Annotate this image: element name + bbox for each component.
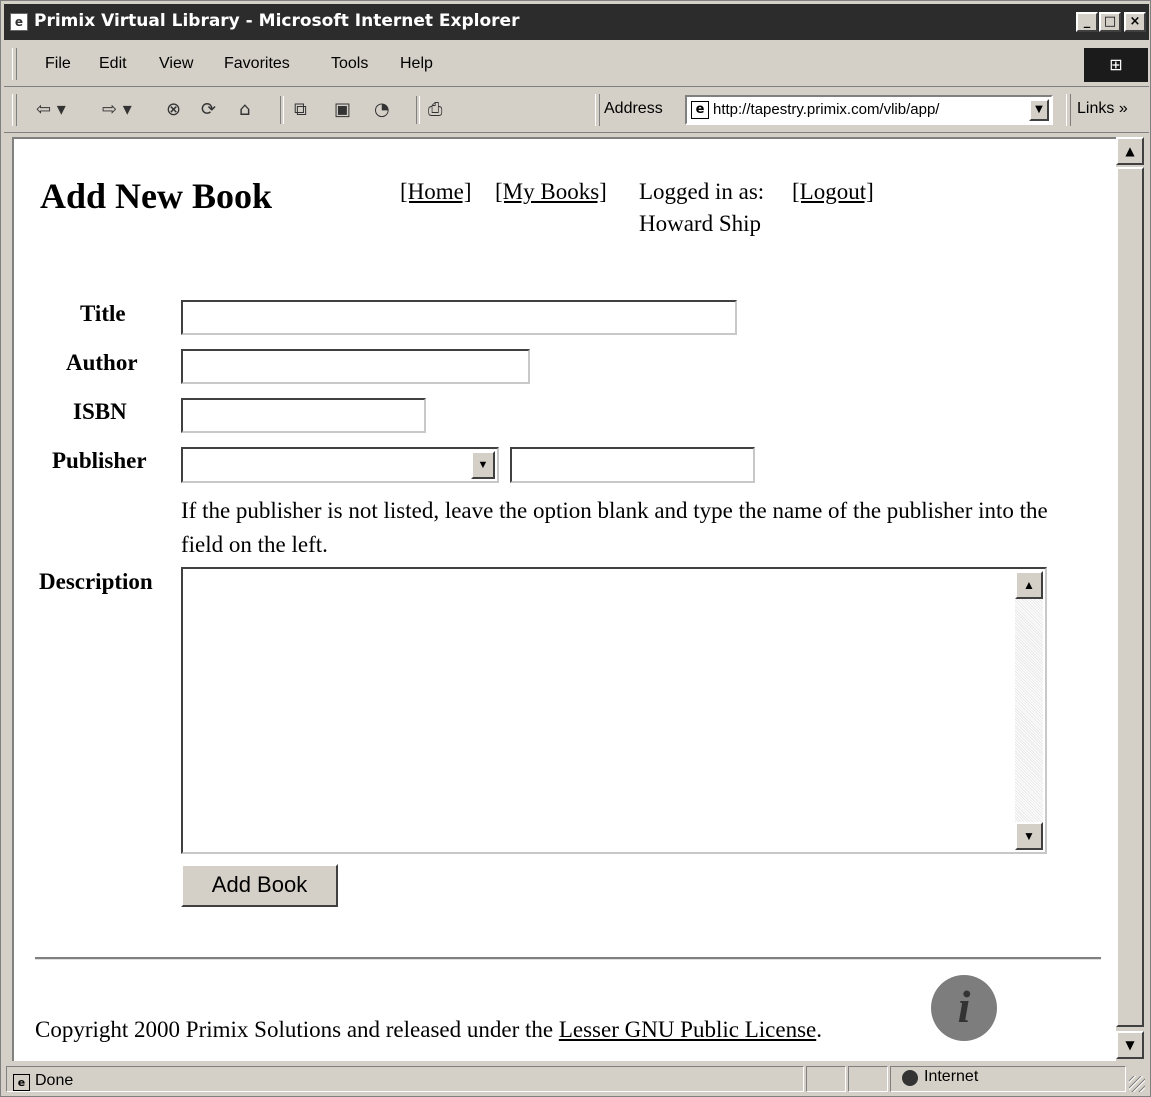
publisher-select[interactable]: ▼ [181, 447, 499, 483]
home-link[interactable]: [Home] [400, 179, 472, 205]
links-chevron-icon: » [1118, 100, 1128, 117]
menubar-grip[interactable] [12, 48, 17, 80]
my-books-link[interactable]: [My Books] [495, 179, 607, 205]
print-icon[interactable]: ⎙ [428, 100, 442, 120]
minimize-button[interactable]: _ [1076, 12, 1098, 32]
logout-link[interactable]: [Logout] [792, 179, 874, 205]
status-text: Done [35, 1072, 74, 1089]
menu-tools[interactable]: Tools [331, 55, 368, 73]
address-url[interactable]: http://tapestry.primix.com/vlib/app/ [713, 101, 1013, 118]
status-bar: e Done Internet [4, 1063, 1149, 1095]
page-icon: e [691, 101, 709, 119]
info-icon: i [931, 975, 997, 1041]
window-title: Primix Virtual Library - Microsoft Inter… [34, 11, 520, 31]
publisher-dropdown-icon[interactable]: ▼ [471, 451, 495, 479]
forward-icon[interactable]: ⇨ ▾ [102, 100, 132, 120]
menu-file[interactable]: File [45, 55, 71, 73]
ie-logo-icon: e [10, 13, 28, 31]
logged-in-label: Logged in as: [639, 179, 765, 204]
menu-bar: File Edit View Favorites Tools Help ⊞ [4, 42, 1149, 87]
scroll-down-icon[interactable]: ▼ [1116, 1031, 1144, 1059]
description-textarea[interactable]: ▲ ▼ [181, 567, 1047, 854]
page-content: Add New Book [Home] [My Books] Logged in… [12, 137, 1116, 1061]
stop-icon[interactable]: ⊗ [166, 100, 181, 120]
publisher-hint: If the publisher is not listed, leave th… [181, 498, 1048, 557]
description-scrollbar[interactable]: ▲ ▼ [1015, 571, 1043, 850]
menu-view[interactable]: View [159, 55, 193, 73]
favorites-icon[interactable]: ▣ [334, 100, 351, 120]
address-bar[interactable]: e http://tapestry.primix.com/vlib/app/ ▼ [685, 95, 1053, 125]
history-icon[interactable]: ◔ [374, 100, 390, 120]
description-label: Description [39, 569, 153, 594]
license-link[interactable]: Lesser GNU Public License [559, 1017, 816, 1042]
scroll-up-icon[interactable]: ▲ [1116, 137, 1144, 165]
publisher-text-input[interactable] [510, 447, 755, 483]
status-panel-empty [806, 1066, 846, 1092]
copyright-suffix: . [816, 1017, 822, 1042]
author-input[interactable] [181, 349, 530, 384]
address-grip[interactable] [595, 94, 600, 126]
resize-grip[interactable] [1129, 1076, 1145, 1092]
ie-logo-icon: e [13, 1074, 30, 1091]
address-dropdown-button[interactable]: ▼ [1029, 99, 1049, 121]
browser-window: e Primix Virtual Library - Microsoft Int… [0, 0, 1151, 1097]
menu-favorites[interactable]: Favorites [224, 55, 290, 73]
copyright-text: Copyright 2000 Primix Solutions and rele… [35, 1017, 822, 1043]
internet-zone-icon [902, 1070, 918, 1086]
copyright-prefix: Copyright 2000 Primix Solutions and rele… [35, 1017, 559, 1042]
links-grip[interactable] [1066, 94, 1071, 126]
home-icon[interactable]: ⌂ [239, 100, 250, 120]
status-panel-empty [848, 1066, 888, 1092]
links-label: Links [1077, 100, 1115, 117]
menu-help[interactable]: Help [400, 55, 433, 73]
divider [35, 957, 1101, 960]
back-icon[interactable]: ⇦ ▾ [36, 100, 66, 120]
page-scrollbar[interactable]: ▲ ▼ [1116, 137, 1146, 1061]
menu-edit[interactable]: Edit [99, 55, 127, 73]
add-book-button[interactable]: Add Book [181, 864, 338, 907]
page-title: Add New Book [40, 176, 273, 216]
isbn-input[interactable] [181, 398, 426, 433]
search-icon[interactable]: ⧉ [294, 100, 307, 120]
title-input[interactable] [181, 300, 737, 335]
author-label: Author [66, 350, 138, 375]
links-button[interactable]: Links » [1077, 100, 1128, 118]
isbn-label: ISBN [73, 399, 127, 424]
toolbar-separator [280, 96, 284, 124]
address-label: Address [604, 100, 663, 117]
zone-text: Internet [924, 1068, 979, 1085]
toolbar: ⇦ ▾ ⇨ ▾ ⊗ ⟳ ⌂ ⧉ ▣ ◔ ⎙ Address e http://t… [4, 88, 1149, 133]
scrollbar-thumb[interactable] [1116, 167, 1144, 1027]
title-bar[interactable]: e Primix Virtual Library - Microsoft Int… [4, 4, 1149, 40]
title-label: Title [80, 301, 126, 326]
toolbar-grip[interactable] [12, 94, 17, 126]
logged-in-user: Howard Ship [639, 211, 762, 236]
scroll-up-icon[interactable]: ▲ [1015, 571, 1043, 599]
toolbar-separator [416, 96, 420, 124]
windows-logo-icon: ⊞ [1084, 48, 1148, 82]
publisher-label: Publisher [52, 448, 147, 473]
close-button[interactable]: × [1124, 12, 1146, 32]
maximize-button[interactable]: □ [1099, 12, 1121, 32]
refresh-icon[interactable]: ⟳ [201, 100, 216, 120]
status-panel: e Done [6, 1066, 804, 1092]
scroll-down-icon[interactable]: ▼ [1015, 822, 1043, 850]
